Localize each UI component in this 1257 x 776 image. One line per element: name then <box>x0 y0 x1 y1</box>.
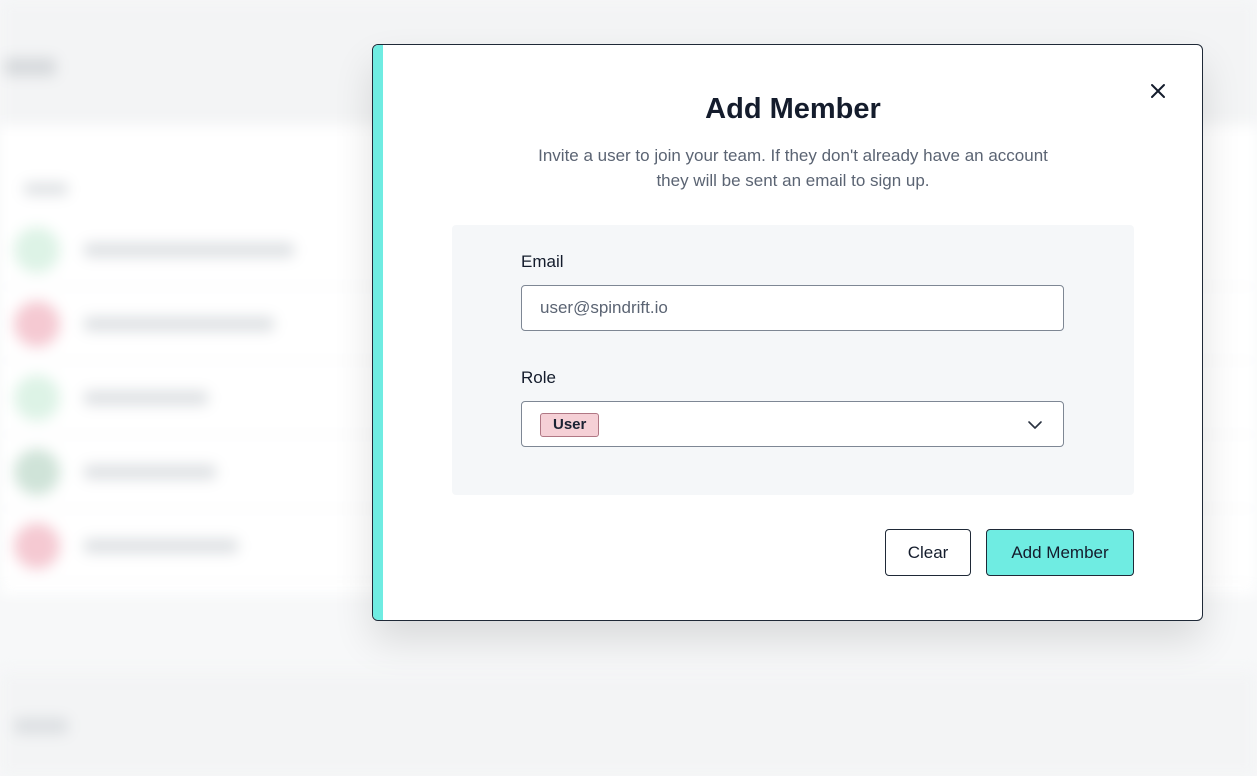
role-tag: User <box>540 413 600 437</box>
email-label: Email <box>521 252 564 271</box>
member-form: Email Role User <box>452 225 1134 495</box>
background-row-text <box>84 465 216 479</box>
background-row-text <box>84 391 208 405</box>
add-member-button[interactable]: Add Member <box>986 529 1134 576</box>
chevron-down-icon <box>1028 421 1042 429</box>
background-avatar <box>14 227 60 273</box>
modal-description: Invite a user to join your team. If they… <box>538 146 1048 190</box>
background-footer <box>0 672 1257 776</box>
background-avatar <box>14 449 60 495</box>
modal-title: Add Member <box>705 93 881 125</box>
background-avatar <box>14 523 60 569</box>
background-title <box>4 58 56 76</box>
role-select[interactable]: User <box>521 401 1064 447</box>
modal-accent-bar <box>373 45 383 620</box>
email-input[interactable] <box>521 285 1064 331</box>
background-avatar <box>14 301 60 347</box>
role-label: Role <box>521 368 556 387</box>
background-row-text <box>84 539 238 553</box>
background-row-text <box>84 243 294 257</box>
background-list-heading <box>24 183 68 195</box>
background-footer-text <box>14 718 68 734</box>
background-row-text <box>84 317 274 331</box>
background-avatar <box>14 375 60 421</box>
add-member-modal: Add Member Invite a user to join your te… <box>372 44 1203 621</box>
clear-button[interactable]: Clear <box>885 529 971 576</box>
